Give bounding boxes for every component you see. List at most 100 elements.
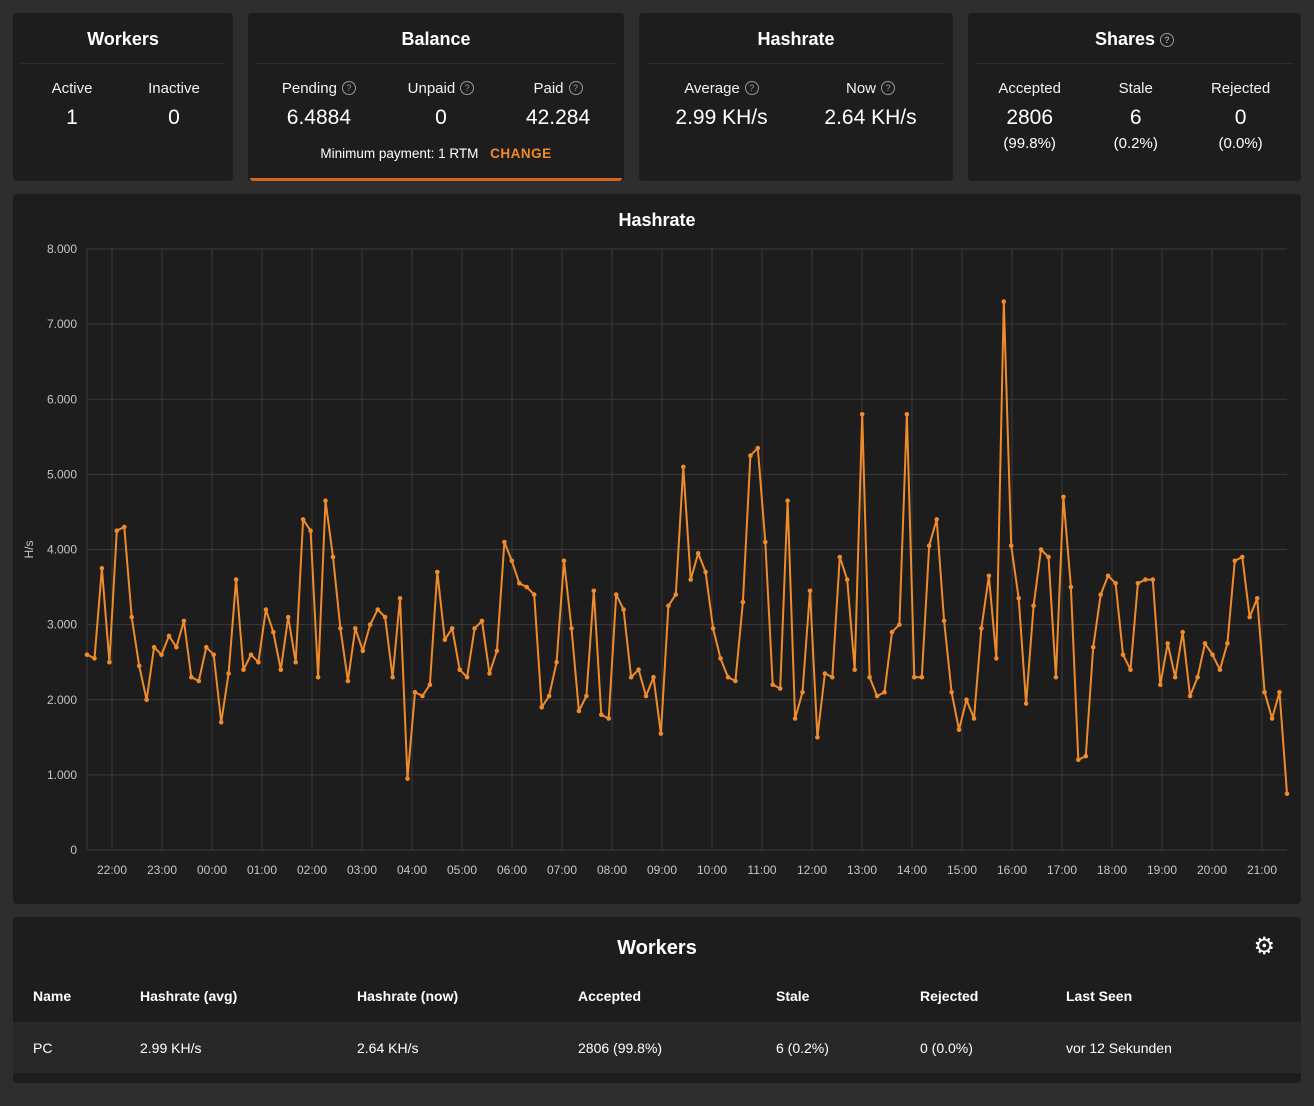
stat-label: Inactive <box>148 80 200 97</box>
minimum-payment-label: Minimum payment: 1 RTM <box>320 146 479 161</box>
chart-title: Hashrate <box>618 210 696 230</box>
svg-text:5.000: 5.000 <box>47 467 77 481</box>
balance-card-title: Balance <box>256 29 616 64</box>
svg-text:2.000: 2.000 <box>47 693 77 707</box>
svg-text:06:00: 06:00 <box>497 863 527 877</box>
balance-card: Balance Pending? 6.4884 Unpaid? 0 Paid? … <box>248 13 624 181</box>
workers-table: Name Hashrate (avg) Hashrate (now) Accep… <box>13 974 1301 1073</box>
dashboard-page: Workers Active 1 Inactive 0 Balance Pend… <box>0 0 1314 1096</box>
stat-value: 1 <box>66 106 78 129</box>
svg-text:0: 0 <box>70 843 77 857</box>
stat-label: Average? <box>675 80 767 97</box>
stat-label: Active <box>51 80 93 97</box>
svg-text:3.000: 3.000 <box>47 618 77 632</box>
stat-inactive: Inactive 0 <box>144 80 204 130</box>
stat-now: Now? 2.64 KH/s <box>824 80 916 130</box>
svg-text:17:00: 17:00 <box>1047 863 1077 877</box>
svg-text:02:00: 02:00 <box>297 863 327 877</box>
help-icon[interactable]: ? <box>341 81 356 95</box>
minimum-payment-row: Minimum payment: 1 RTM CHANGE <box>256 146 616 161</box>
svg-text:7.000: 7.000 <box>47 317 77 331</box>
worker-accepted: 2806 (99.8%) <box>578 1040 663 1056</box>
stat-label: Unpaid? <box>408 80 475 97</box>
stat-value: 42.284 <box>525 106 591 129</box>
stat-active: Active 1 <box>42 80 102 130</box>
svg-text:08:00: 08:00 <box>597 863 627 877</box>
stat-paid: Paid? 42.284 <box>526 80 590 130</box>
svg-text:22:00: 22:00 <box>97 863 127 877</box>
hashrate-card-title: Hashrate <box>647 29 945 64</box>
help-icon[interactable]: ? <box>881 81 895 95</box>
stat-label: Stale <box>1118 80 1153 97</box>
workers-card-title: Workers <box>21 29 225 64</box>
svg-text:13:00: 13:00 <box>847 863 877 877</box>
worker-hashrate-avg: 2.99 KH/s <box>140 1040 202 1056</box>
shares-card-stats: Accepted 2806 (99.8%) Stale 6 (0.2%) Rej… <box>976 80 1293 152</box>
balance-progress-bar <box>250 178 622 181</box>
stat-percentage: (0.2%) <box>1113 135 1158 152</box>
column-name: Name <box>33 988 72 1004</box>
svg-text:20:00: 20:00 <box>1197 863 1227 877</box>
stat-value: 6.4884 <box>286 106 351 129</box>
svg-text:8.000: 8.000 <box>47 242 77 256</box>
stat-value: 0 <box>1234 106 1247 129</box>
help-icon[interactable]: ? <box>1160 33 1175 47</box>
column-last-seen: Last Seen <box>1066 988 1133 1004</box>
help-icon[interactable]: ? <box>744 81 759 95</box>
svg-text:03:00: 03:00 <box>347 863 377 877</box>
stat-label: Now? <box>824 80 916 97</box>
worker-last-seen: vor 12 Sekunden <box>1066 1040 1172 1056</box>
shares-card-title: Shares? <box>976 29 1293 64</box>
svg-text:23:00: 23:00 <box>147 863 177 877</box>
svg-text:16:00: 16:00 <box>997 863 1027 877</box>
gear-icon[interactable]: ⚙ <box>1253 935 1275 959</box>
worker-hashrate-now: 2.64 KH/s <box>357 1040 419 1056</box>
column-hashrate-now: Hashrate (now) <box>357 988 459 1004</box>
svg-text:01:00: 01:00 <box>247 863 277 877</box>
workers-table-panel: Workers ⚙ Name Hashrate (avg) Hashrate (… <box>13 917 1301 1083</box>
stat-cards-row: Workers Active 1 Inactive 0 Balance Pend… <box>13 13 1301 181</box>
svg-text:07:00: 07:00 <box>547 863 577 877</box>
stat-average: Average? 2.99 KH/s <box>675 80 767 130</box>
column-stale: Stale <box>776 988 810 1004</box>
workers-card-stats: Active 1 Inactive 0 <box>21 80 225 130</box>
svg-text:21:00: 21:00 <box>1247 863 1277 877</box>
svg-text:1.000: 1.000 <box>47 768 77 782</box>
table-row: PC 2.99 KH/s 2.64 KH/s 2806 (99.8%) 6 (0… <box>13 1022 1301 1073</box>
svg-text:15:00: 15:00 <box>947 863 977 877</box>
stat-value: 2.99 KH/s <box>675 106 768 129</box>
stat-value: 6 <box>1129 106 1142 129</box>
svg-text:12:00: 12:00 <box>797 863 827 877</box>
stat-value: 2806 <box>1006 106 1054 129</box>
balance-card-stats: Pending? 6.4884 Unpaid? 0 Paid? 42.284 <box>256 80 616 130</box>
svg-text:18:00: 18:00 <box>1097 863 1127 877</box>
stat-value: 2.64 KH/s <box>824 106 917 129</box>
change-payment-link[interactable]: CHANGE <box>490 146 552 161</box>
workers-table-header: Workers ⚙ <box>13 935 1301 974</box>
column-rejected: Rejected <box>920 988 979 1004</box>
stat-label: Paid? <box>526 80 590 97</box>
stat-percentage: (0.0%) <box>1218 135 1263 152</box>
column-hashrate-avg: Hashrate (avg) <box>140 988 238 1004</box>
workers-table-title: Workers <box>617 937 697 959</box>
stat-label: Accepted <box>998 80 1061 97</box>
stat-pending: Pending? 6.4884 <box>282 80 356 130</box>
svg-text:19:00: 19:00 <box>1147 863 1177 877</box>
worker-rejected: 0 (0.0%) <box>920 1040 973 1056</box>
svg-text:04:00: 04:00 <box>397 863 427 877</box>
help-icon[interactable]: ? <box>568 81 583 95</box>
hashrate-card: Hashrate Average? 2.99 KH/s Now? 2.64 KH… <box>639 13 953 181</box>
column-accepted: Accepted <box>578 988 642 1004</box>
stat-stale: Stale 6 (0.2%) <box>1106 80 1166 152</box>
shares-card: Shares? Accepted 2806 (99.8%) Stale 6 (0… <box>968 13 1301 181</box>
svg-text:4.000: 4.000 <box>47 543 77 557</box>
svg-text:6.000: 6.000 <box>47 392 77 406</box>
stat-label: Pending? <box>282 80 356 97</box>
stat-label: Rejected <box>1210 80 1271 97</box>
workers-card: Workers Active 1 Inactive 0 <box>13 13 233 181</box>
stat-value: 0 <box>168 106 180 129</box>
svg-text:09:00: 09:00 <box>647 863 677 877</box>
help-icon[interactable]: ? <box>460 81 475 95</box>
stat-percentage: (99.8%) <box>1003 135 1056 152</box>
hashrate-card-stats: Average? 2.99 KH/s Now? 2.64 KH/s <box>647 80 945 130</box>
